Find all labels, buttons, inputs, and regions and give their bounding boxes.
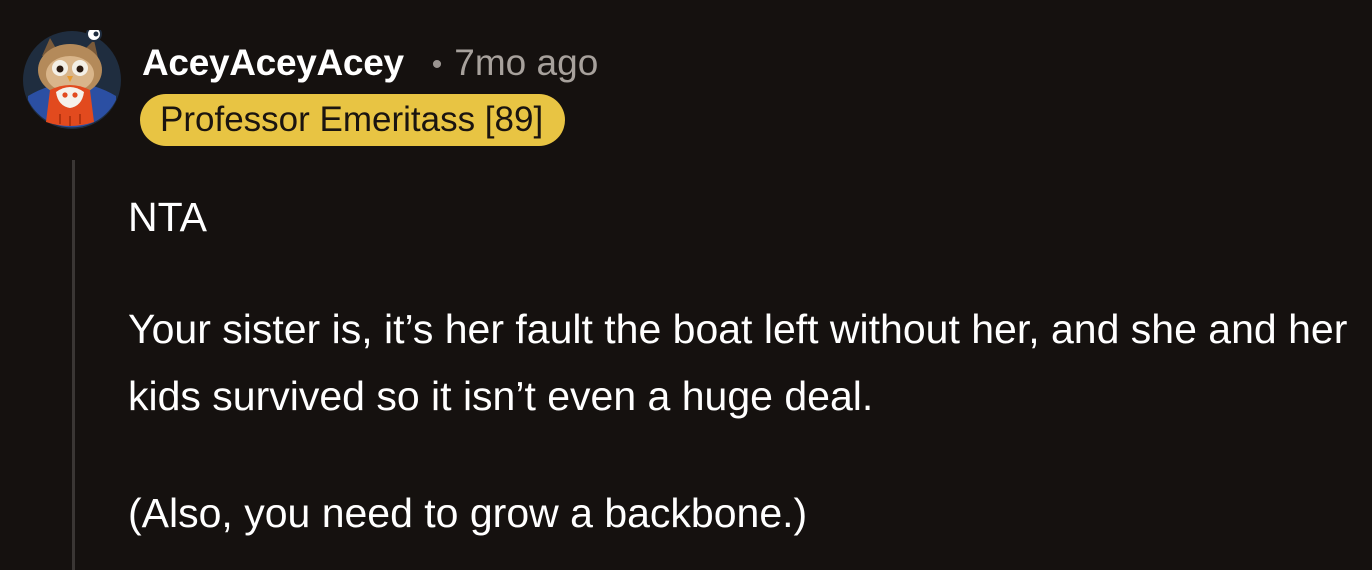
user-avatar[interactable]: [22, 26, 126, 130]
username-link[interactable]: AceyAceyAcey: [142, 42, 404, 84]
comment: AceyAceyAcey • 7mo ago Professor Emerita…: [0, 0, 1372, 570]
separator-dot: •: [431, 48, 443, 81]
timestamp[interactable]: 7mo ago: [454, 42, 598, 84]
owl-avatar-icon: [23, 26, 121, 129]
comment-header: AceyAceyAcey • 7mo ago: [142, 38, 598, 88]
thread-line[interactable]: [72, 160, 75, 570]
comment-paragraph: NTA: [128, 194, 207, 240]
user-flair: Professor Emeritass [89]: [140, 94, 566, 146]
comment-paragraph: Your sister is, it’s her fault the boat …: [128, 306, 1348, 419]
comment-paragraph: (Also, you need to grow a backbone.): [128, 490, 808, 536]
